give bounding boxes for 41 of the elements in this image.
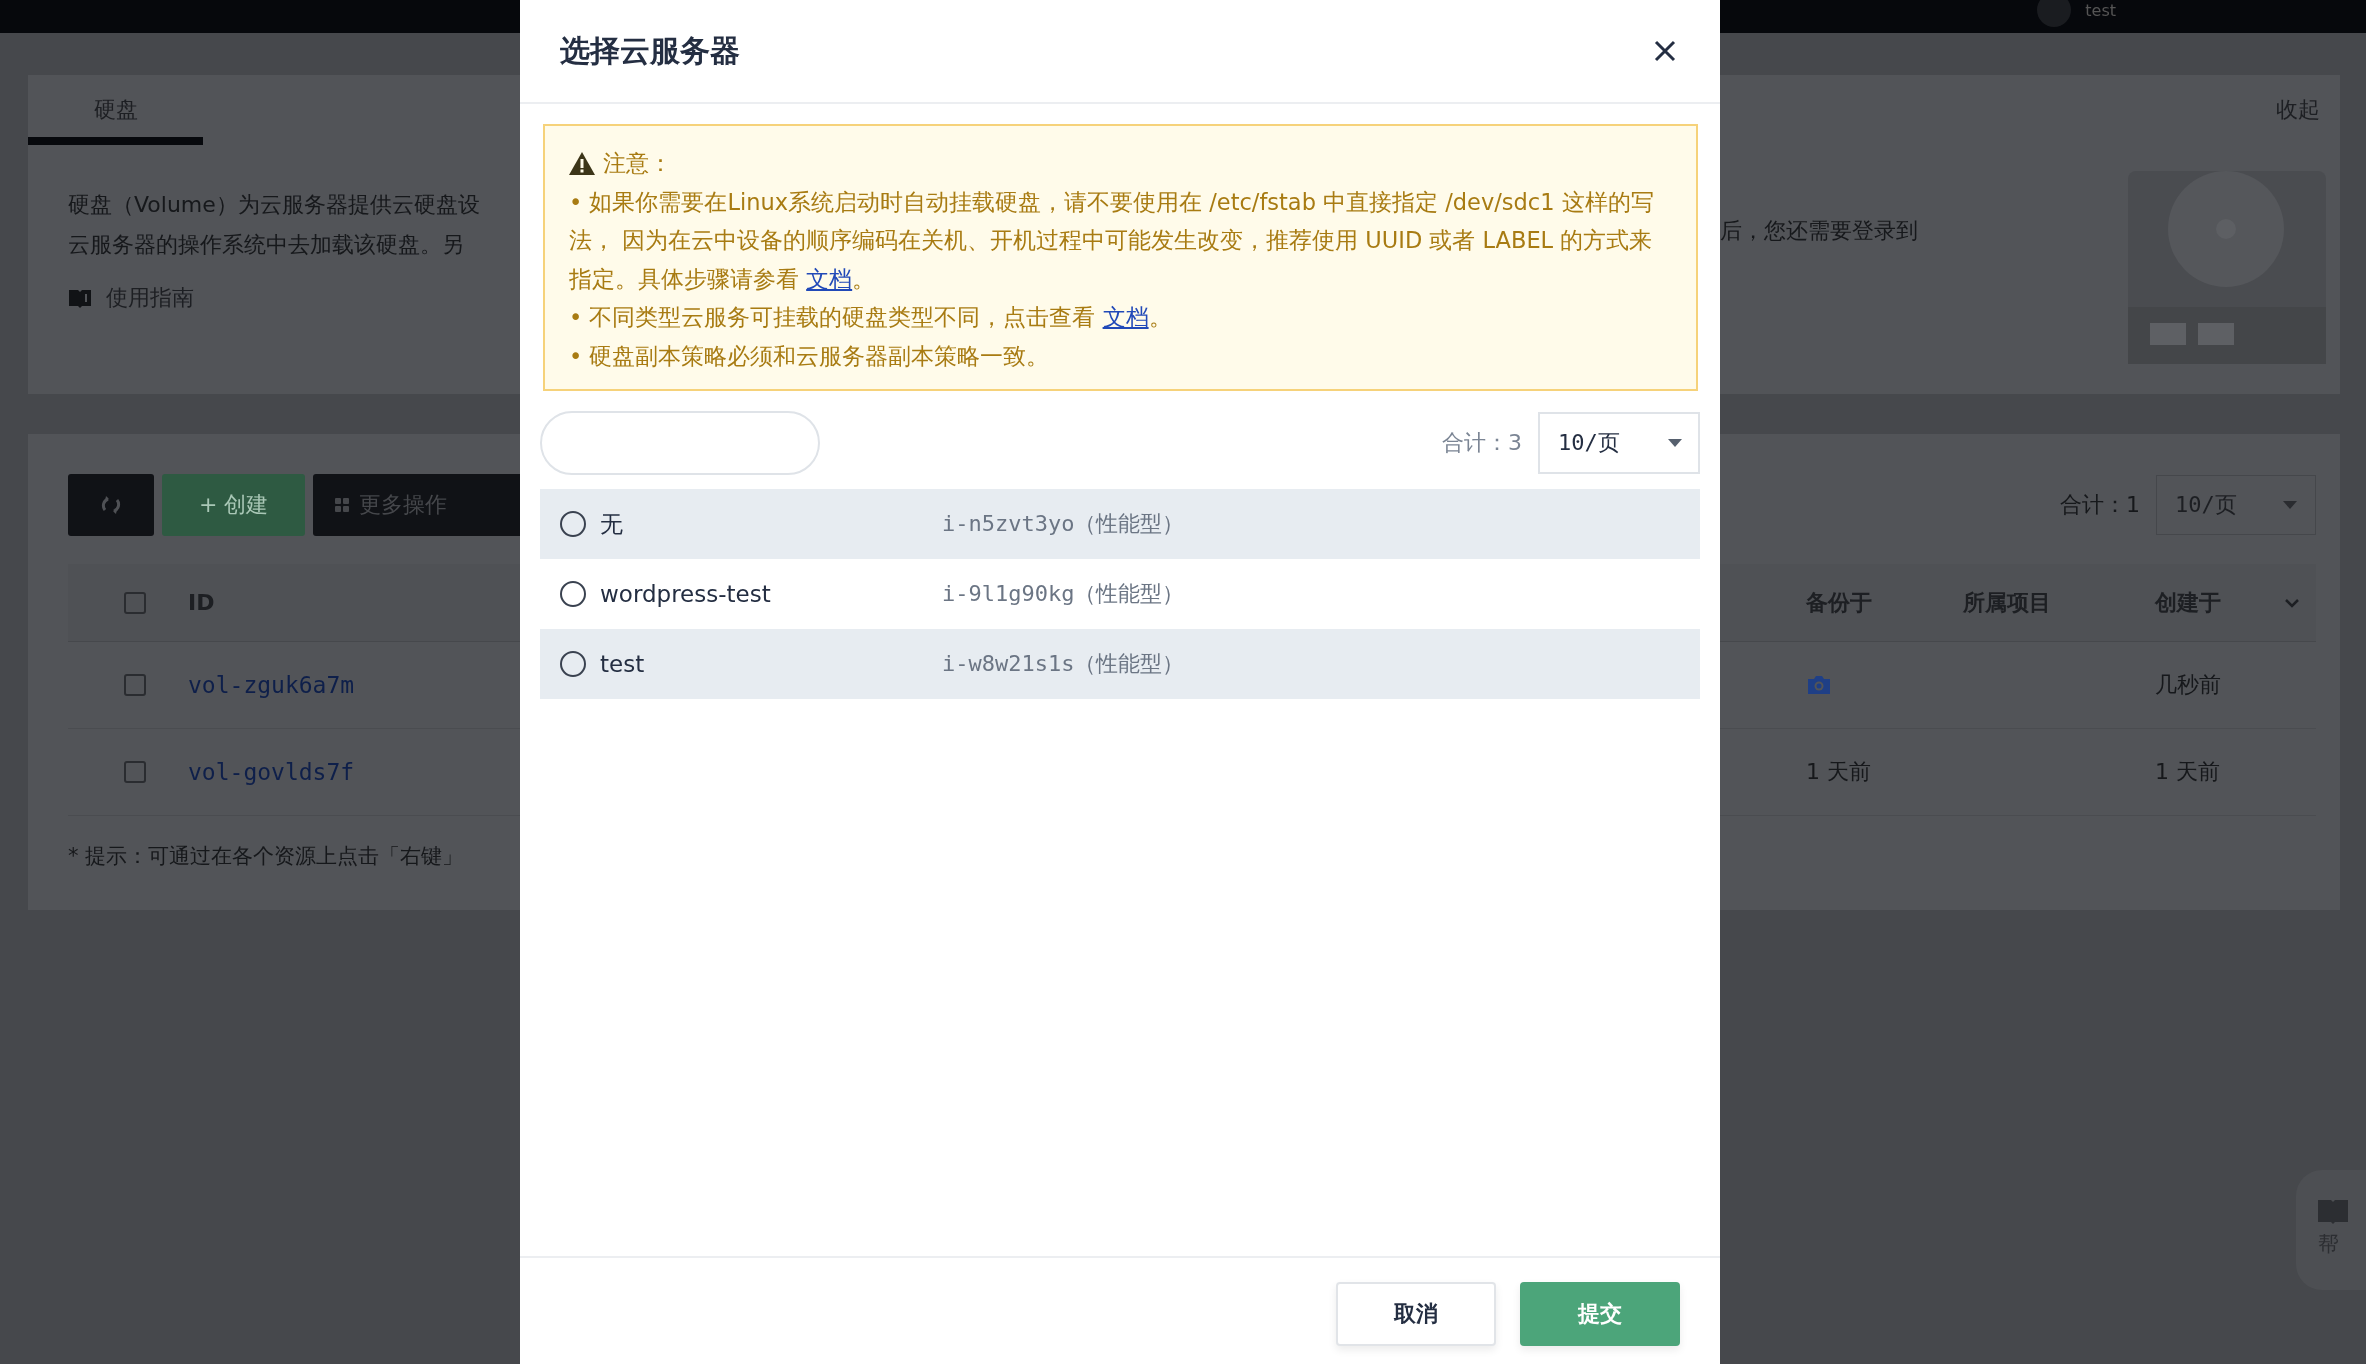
volume-id-link[interactable]: vol-zguk6a7m [188, 672, 355, 698]
row-checkbox[interactable] [124, 674, 146, 696]
refresh-button[interactable] [68, 474, 155, 536]
doc-link[interactable]: 文档 [806, 265, 853, 292]
backup-time: 1 天前 [1806, 758, 1871, 786]
chevron-down-icon[interactable] [2284, 597, 2300, 608]
select-all-checkbox[interactable] [124, 591, 146, 614]
server-option[interactable]: 无 i-n5zvt3yo（性能型） [540, 489, 1700, 559]
radio-button[interactable] [560, 511, 586, 537]
warning-icon [569, 151, 595, 175]
description-text: 云服务器的操作系统中去加载该硬盘。另 [68, 231, 465, 259]
cancel-button[interactable]: 取消 [1336, 1282, 1496, 1346]
grid-icon [335, 498, 350, 512]
notice-heading: 注意： [603, 149, 672, 178]
radio-button[interactable] [560, 581, 586, 607]
page-size-select[interactable]: 10/页 [1538, 412, 1700, 474]
dialog-title: 选择云服务器 [560, 31, 740, 70]
volume-id-link[interactable]: vol-govlds7f [188, 759, 355, 785]
camera-icon[interactable] [1806, 674, 1832, 696]
book-icon [2318, 1198, 2348, 1224]
create-button[interactable]: + 创建 [162, 474, 306, 536]
caret-icon [1668, 439, 1682, 447]
description-text: 后，您还需要登录到 [1720, 217, 1918, 245]
row-checkbox[interactable] [124, 761, 146, 783]
notice-item: • 如果你需要在Linux系统启动时自动挂载硬盘，请不要使用在 /etc/fstab 中直接指定 /dev/sdc1 这样的写法， 因为在云中设备的顺序编码在关机、开机过程中可能发生改变，推荐使用 UUID 或者 LABEL 的方式来指定。具体步骤请参看 文档。 [569, 187, 1655, 294]
caret-icon [2283, 501, 2297, 509]
hint-text: * 提示：可通过在各个资源上点击「右键」 [68, 843, 465, 870]
notice-item: • 硬盘副本策略必须和云服务器副本策略一致。 [569, 341, 1051, 371]
created-time: 1 天前 [2155, 758, 2221, 786]
user-name[interactable]: test [2085, 1, 2116, 20]
radio-button[interactable] [560, 651, 586, 677]
description-text: 硬盘（Volume）为云服务器提供云硬盘设 [68, 191, 481, 219]
server-option[interactable]: test i-w8w21s1s（性能型） [540, 629, 1700, 699]
notice-item: • 不同类型云服务可挂载的硬盘类型不同，点击查看 文档。 [569, 303, 1173, 332]
submit-button[interactable]: 提交 [1520, 1282, 1680, 1346]
book-icon [68, 288, 92, 308]
refresh-icon [100, 494, 123, 516]
doc-link[interactable]: 文档 [1102, 304, 1149, 330]
created-time: 几秒前 [2155, 671, 2222, 699]
total-count: 合计：3 [1442, 429, 1522, 457]
total-count: 合计：1 [2060, 491, 2140, 519]
